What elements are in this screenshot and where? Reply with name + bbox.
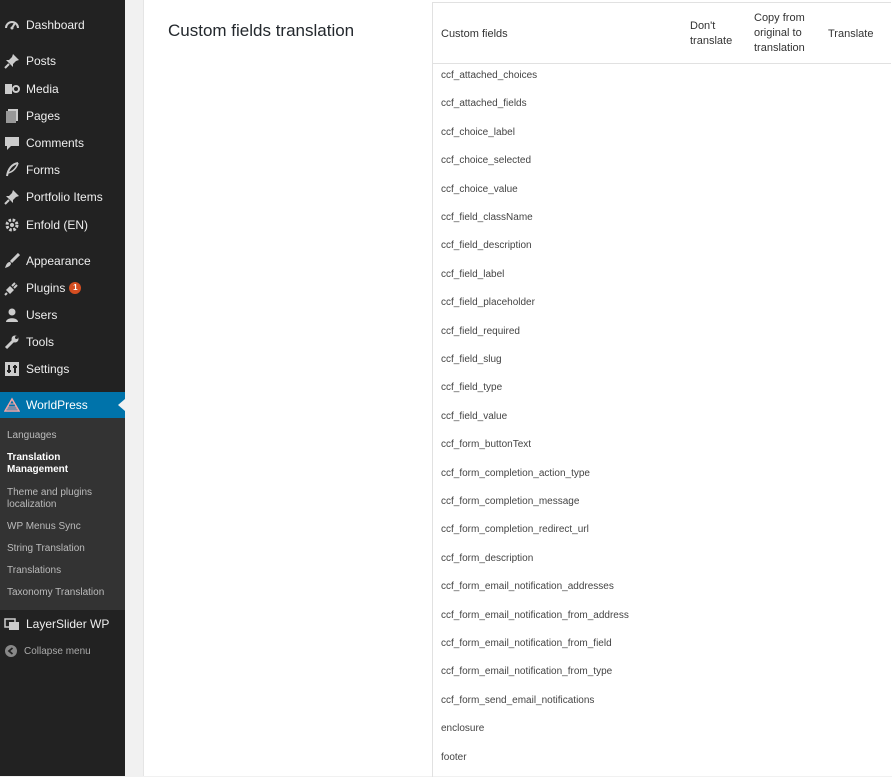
custom-field-name: ccf_form_email_notification_from_field — [441, 638, 612, 649]
sidebar-item-media[interactable]: Media — [0, 76, 125, 102]
custom-field-name: ccf_field_label — [441, 268, 505, 280]
custom-field-name: ccf_field_description — [441, 240, 532, 252]
settings-icon — [4, 361, 20, 377]
custom-field-name: ccf_field_slug — [441, 354, 502, 365]
brush-icon — [4, 253, 20, 269]
sidebar-item-dashboard[interactable]: Dashboard — [0, 12, 125, 38]
media-icon — [4, 81, 20, 97]
wrench-icon — [4, 334, 20, 350]
custom-field-name: ccf_attached_choices — [441, 70, 538, 81]
custom-field-name: ccf_form_send_email_notifications — [441, 694, 595, 706]
sidebar-item-comments[interactable]: Comments — [0, 130, 125, 156]
sidebar-item-label: Forms — [26, 163, 60, 177]
sidebar-item-pages[interactable]: Pages — [0, 103, 125, 129]
submenu-item-languages[interactable]: Languages — [7, 430, 123, 442]
sidebar-item-label: Appearance — [26, 254, 91, 268]
sidebar-item-label: Users — [26, 308, 58, 322]
sidebar-item-appearance[interactable]: Appearance — [0, 248, 125, 274]
gear-icon — [4, 217, 20, 233]
custom-field-name: ccf_form_completion_redirect_url — [441, 524, 589, 536]
custom-field-name: footer — [441, 751, 467, 763]
submenu-item-theme-and-plugins-localization[interactable]: Theme and plugins localization — [7, 487, 123, 511]
header-dont-translate: Don't translate — [690, 20, 733, 47]
custom-field-name: ccf_form_description — [441, 552, 534, 564]
submenu-item-string-translation[interactable]: String Translation — [7, 543, 123, 555]
sidebar-item-worldpress[interactable]: WorldPress — [0, 392, 125, 418]
page-title: Custom fields translation — [168, 21, 355, 41]
sidebar-item-users[interactable]: Users — [0, 302, 125, 328]
sidebar-item-label: Tools — [26, 335, 55, 349]
sidebar-item-label: Media — [26, 82, 59, 96]
custom-field-name: enclosure — [441, 723, 485, 735]
sidebar-item-portfolio-items[interactable]: Portfolio Items — [0, 184, 125, 210]
layers-icon — [4, 616, 20, 632]
sidebar-item-forms[interactable]: Forms — [0, 157, 125, 183]
pin-icon — [4, 189, 20, 205]
submenu-item-wp-menus-sync[interactable]: WP Menus Sync — [7, 521, 123, 533]
custom-field-name: ccf_field_type — [441, 382, 503, 394]
sidebar-item-label: Portfolio Items — [26, 190, 103, 204]
header-divider — [433, 63, 891, 64]
sidebar-item-enfold-en[interactable]: Enfold (EN) — [0, 212, 125, 238]
sidebar-item-label: LayerSlider WP — [26, 617, 110, 631]
submenu-item-taxonomy-translation[interactable]: Taxonomy Translation — [7, 587, 123, 599]
collapse-menu-button[interactable]: Collapse menu — [4, 644, 91, 658]
worldpress-submenu: Languages Translation Management Theme and… — [0, 418, 125, 610]
feather-icon — [4, 162, 20, 178]
custom-field-name: ccf_choice_value — [441, 183, 518, 195]
sidebar-item-label: Enfold (EN) — [26, 218, 89, 232]
sidebar-item-label: Dashboard — [26, 18, 85, 32]
sidebar-item-label: Plugins — [26, 281, 66, 295]
header-copy-from-original: Copy from original to translation — [754, 12, 805, 54]
update-count-badge: 1 — [69, 282, 82, 294]
comment-icon — [4, 135, 20, 151]
sidebar-item-settings[interactable]: Settings — [0, 356, 125, 382]
custom-field-name: ccf_form_email_notification_from_type — [441, 666, 613, 678]
custom-field-name: ccf_field_className — [441, 212, 533, 223]
pin-icon — [4, 53, 20, 69]
user-icon — [4, 307, 20, 323]
custom-field-name: ccf_choice_label — [441, 126, 515, 138]
header-translate: Translate — [828, 28, 874, 40]
custom-field-name: ccf_form_completion_action_type — [441, 467, 590, 479]
submenu-item-translations[interactable]: Translations — [7, 565, 123, 577]
custom-field-name: ccf_form_buttonText — [441, 439, 532, 451]
custom-field-name: ccf_choice_selected — [441, 155, 532, 167]
pages-icon — [4, 108, 20, 124]
sidebar-item-posts[interactable]: Posts — [0, 48, 125, 74]
admin-sidebar: Dashboard Posts Media Pages Comments Forms Por… — [0, 0, 125, 776]
sidebar-item-label: Comments — [26, 136, 85, 150]
sidebar-item-label: Posts — [26, 54, 57, 68]
custom-field-name: ccf_attached_fields — [441, 98, 527, 110]
sidebar-item-layerslider-wp[interactable]: LayerSlider WP — [0, 611, 125, 637]
header-custom-fields: Custom fields — [441, 28, 508, 40]
dashboard-icon — [4, 17, 20, 33]
custom-field-name: ccf_field_value — [441, 410, 508, 422]
sidebar-item-label: WorldPress — [26, 398, 88, 412]
sidebar-item-plugins[interactable]: Plugins 1 — [0, 275, 125, 301]
custom-field-name: ccf_form_email_notification_from_address — [441, 609, 629, 621]
custom-fields-table: Custom fields Don't translate Copy from … — [432, 2, 891, 777]
submenu-item-translation-management[interactable]: Translation Management — [7, 452, 123, 476]
sidebar-item-label: Settings — [26, 362, 70, 376]
collapse-menu-label: Collapse menu — [24, 645, 91, 657]
collapse-icon — [4, 644, 18, 658]
custom-field-name: ccf_form_email_notification_addresses — [441, 581, 614, 593]
sidebar-item-label: Pages — [26, 109, 61, 123]
custom-field-name: ccf_form_completion_message — [441, 496, 580, 507]
custom-field-name: ccf_field_placeholder — [441, 297, 535, 309]
sidebar-item-tools[interactable]: Tools — [0, 329, 125, 355]
wpml-icon — [4, 397, 20, 413]
plug-icon — [4, 280, 20, 296]
custom-field-name: ccf_field_required — [441, 325, 520, 337]
